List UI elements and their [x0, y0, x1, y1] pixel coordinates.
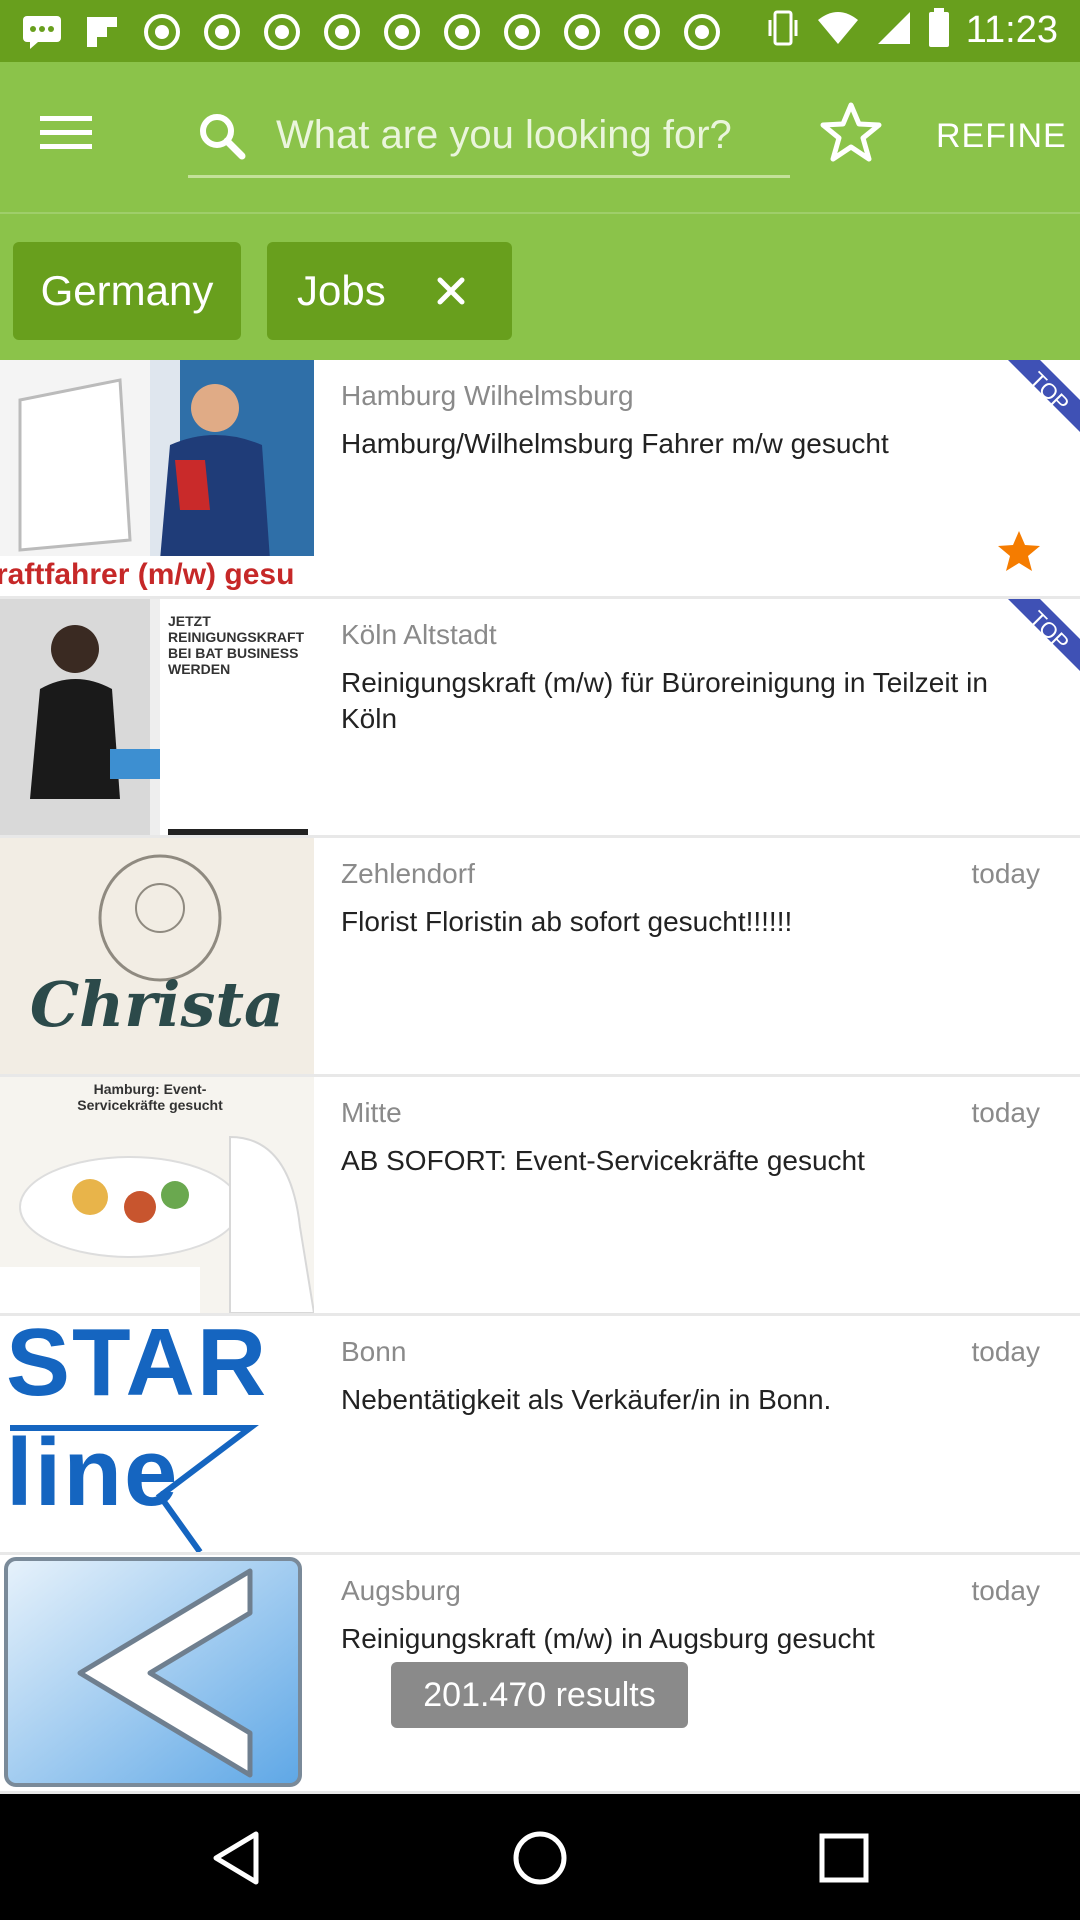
listing-title: Nebentätigkeit als Verkäufer/in in Bonn. — [341, 1384, 832, 1415]
listing-location: Bonn — [341, 1336, 407, 1367]
status-notifications — [22, 12, 722, 52]
thumbnail-caption: Hamburg: Event-Servicekräfte gesucht — [77, 1081, 223, 1113]
home-icon[interactable] — [508, 1826, 572, 1890]
listing-location: Köln Altstadt — [341, 619, 497, 650]
listing-list: raftfahrer (m/w) gesu Hamburg Wilhelmsbu… — [0, 360, 1080, 1794]
notification-icon — [502, 12, 542, 52]
list-item[interactable]: JETZT REINIGUNGSKRAFT BEI BAT BUSINESS W… — [0, 599, 1080, 838]
notification-icon — [142, 12, 182, 52]
listing-title: AB SOFORT: Event-Servicekräfte gesucht — [341, 1145, 865, 1176]
thumbnail-caption: JETZT REINIGUNGSKRAFT BEI BAT BUSINESS W… — [168, 613, 305, 677]
listing-thumbnail: JETZT REINIGUNGSKRAFT BEI BAT BUSINESS W… — [0, 599, 314, 835]
star-outline-icon[interactable] — [818, 100, 884, 166]
vibrate-icon — [766, 8, 800, 53]
listing-time: today — [971, 1097, 1041, 1128]
top-badge: TOP — [980, 599, 1080, 699]
results-count: 201.470 results — [391, 1662, 688, 1728]
battery-icon — [928, 8, 950, 53]
menu-icon[interactable] — [40, 114, 106, 164]
list-item[interactable]: STAR line Bonn today Nebentätigkeit als … — [0, 1316, 1080, 1555]
listing-title: Hamburg/Wilhelmsburg Fahrer m/w gesucht — [341, 428, 889, 459]
top-badge: TOP — [980, 360, 1080, 460]
wifi-icon — [816, 10, 860, 51]
listing-thumbnail: Hamburg: Event-Servicekräfte gesucht — [0, 1077, 314, 1313]
listing-thumbnail — [0, 1555, 314, 1791]
notification-icon — [622, 12, 662, 52]
search-input[interactable] — [276, 100, 786, 170]
app-bar: REFINE — [0, 62, 1080, 212]
thumbnail-caption: Christa — [29, 968, 285, 1041]
thumbnail-caption: raftfahrer (m/w) gesu — [0, 558, 295, 591]
list-item[interactable]: raftfahrer (m/w) gesu Hamburg Wilhelmsbu… — [0, 360, 1080, 599]
listing-location: Augsburg — [341, 1575, 461, 1606]
chip-label: Germany — [40, 267, 214, 314]
listing-location: Zehlendorf — [341, 858, 475, 889]
notification-icon — [562, 12, 602, 52]
search-bar[interactable] — [188, 100, 790, 178]
flipboard-icon — [82, 12, 122, 52]
listing-location: Hamburg Wilhelmsburg — [341, 380, 634, 411]
listing-title: Florist Floristin ab sofort gesucht!!!!!… — [341, 906, 793, 937]
chip-jobs[interactable]: Jobs — [267, 242, 512, 340]
app-screen: 11:23 REFINE Germany Jobs — [0, 0, 1080, 1920]
thumbnail-caption: STAR line — [6, 1316, 269, 1526]
status-bar: 11:23 — [0, 0, 1080, 62]
message-icon — [22, 12, 62, 52]
search-icon — [196, 110, 248, 162]
close-icon[interactable] — [432, 272, 470, 310]
filter-chips: Germany Jobs — [0, 212, 1080, 360]
listing-thumbnail: raftfahrer (m/w) gesu — [0, 360, 314, 596]
status-time: 11:23 — [965, 9, 1058, 51]
chip-label: Jobs — [297, 267, 386, 314]
star-filled-icon[interactable] — [996, 528, 1042, 574]
signal-icon — [876, 10, 912, 51]
listing-thumbnail: Christa — [0, 838, 314, 1074]
notification-icon — [322, 12, 362, 52]
listing-title: Reinigungskraft (m/w) für Büroreinigung … — [341, 667, 988, 734]
recents-icon[interactable] — [812, 1826, 876, 1890]
listing-title: Reinigungskraft (m/w) in Augsburg gesuch… — [341, 1623, 875, 1654]
listing-thumbnail: STAR line — [0, 1316, 314, 1552]
list-item[interactable]: Hamburg: Event-Servicekräfte gesucht Mit… — [0, 1077, 1080, 1316]
notification-icon — [442, 12, 482, 52]
back-icon[interactable] — [204, 1826, 268, 1890]
notification-icon — [382, 12, 422, 52]
refine-button[interactable]: REFINE — [936, 117, 1067, 156]
listing-time: today — [971, 1336, 1041, 1367]
listing-location: Mitte — [341, 1097, 402, 1128]
notification-icon — [262, 12, 302, 52]
nav-bar — [0, 1794, 1080, 1920]
status-system: 11:23 — [766, 8, 1058, 53]
list-item[interactable]: Christa Zehlendorf today Florist Florist… — [0, 838, 1080, 1077]
notification-icon — [202, 12, 242, 52]
notification-icon — [682, 12, 722, 52]
listing-time: today — [971, 858, 1041, 889]
listing-time: today — [971, 1575, 1041, 1606]
chip-germany[interactable]: Germany — [13, 242, 241, 340]
